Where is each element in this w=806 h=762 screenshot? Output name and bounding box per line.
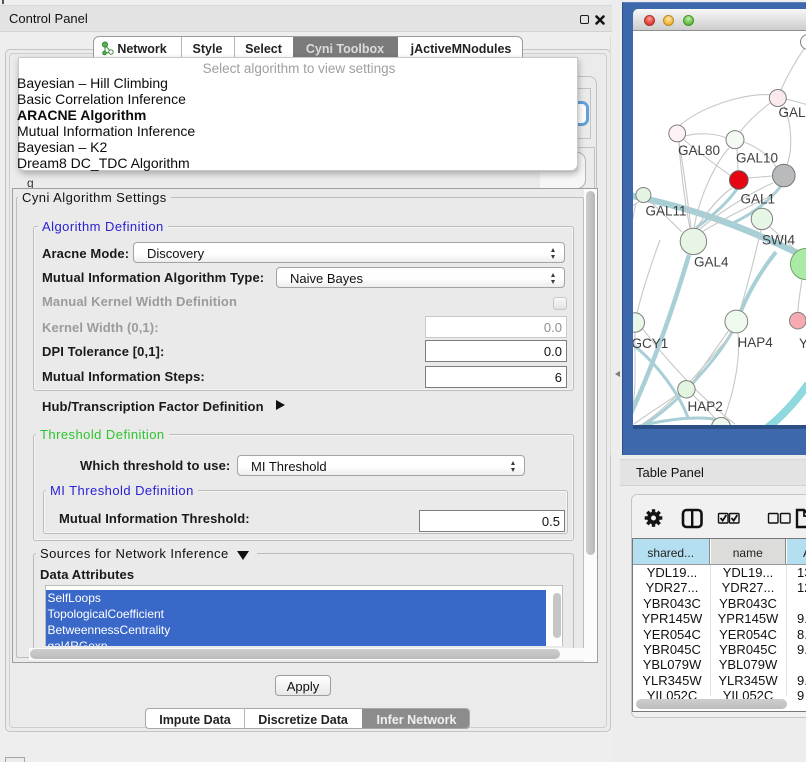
svg-text:GAL11: GAL11 [646,204,687,219]
svg-text:GAL80: GAL80 [678,143,720,158]
svg-text:GCY1: GCY1 [633,336,668,351]
svg-text:HAP4: HAP4 [738,335,774,350]
svg-text:GAL1: GAL1 [741,192,776,207]
svg-text:GAL10: GAL10 [736,151,778,166]
svg-text:Y: Y [799,336,806,351]
svg-text:GAL: GAL [779,105,806,120]
svg-text:HAP2: HAP2 [688,399,723,414]
svg-text:GAL4: GAL4 [694,255,729,270]
svg-text:SWI4: SWI4 [762,233,795,248]
